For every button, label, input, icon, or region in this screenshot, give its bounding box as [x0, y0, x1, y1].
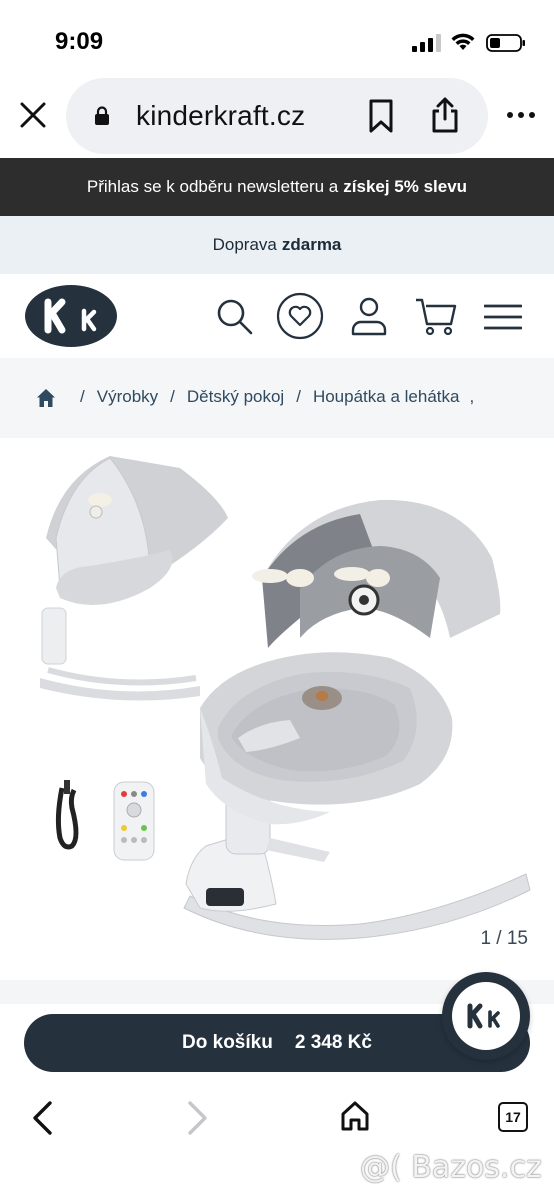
- product-thumbnail-remote: [113, 781, 155, 861]
- kinderkraft-logo[interactable]: [24, 284, 118, 348]
- browser-toolbar: 17 @( Bazos.cz: [0, 1082, 554, 1200]
- signal-icon: [412, 34, 441, 52]
- address-bar[interactable]: kinderkraft.cz: [66, 78, 488, 154]
- breadcrumb-trailing: ,: [469, 387, 475, 406]
- battery-icon: [486, 34, 525, 52]
- status-time: 9:09: [55, 28, 104, 55]
- share-icon[interactable]: [430, 96, 460, 134]
- product-main-swing: [183, 499, 531, 940]
- product-thumbnail-swing-mesh: [40, 456, 228, 701]
- breadcrumb-separator: /: [170, 387, 175, 406]
- add-to-cart-label: Do košíku: [182, 1032, 273, 1053]
- shipping-banner: Doprava zdarma: [0, 216, 554, 274]
- menu-icon[interactable]: [484, 304, 522, 330]
- breadcrumb-item-vyrobky[interactable]: Výrobky: [97, 387, 158, 407]
- site-header: [0, 274, 554, 358]
- heart-icon[interactable]: [276, 292, 324, 340]
- more-dots-icon[interactable]: [506, 108, 536, 122]
- search-icon[interactable]: [216, 298, 254, 336]
- gallery-counter: 1 / 15: [480, 928, 528, 949]
- wifi-icon: [451, 33, 475, 50]
- product-gallery[interactable]: 1 / 15: [0, 438, 554, 980]
- breadcrumb-item-detsky-pokoj[interactable]: Dětský pokoj: [187, 387, 284, 407]
- watermark: @( Bazos.cz: [360, 1150, 542, 1185]
- cart-icon[interactable]: [414, 296, 458, 336]
- shipping-text: Doprava: [212, 235, 277, 254]
- breadcrumb-separator: /: [80, 387, 85, 406]
- breadcrumb-separator: /: [296, 387, 301, 406]
- breadcrumb: / Výrobky / Dětský pokoj / Houpátka a le…: [0, 358, 554, 438]
- forward-icon[interactable]: [186, 1100, 210, 1136]
- close-icon[interactable]: [14, 96, 52, 134]
- lock-icon: [95, 106, 109, 125]
- product-image[interactable]: [0, 438, 554, 980]
- product-thumbnail-cable: [55, 780, 79, 850]
- user-icon[interactable]: [350, 296, 388, 336]
- product-price: 2 348 Kč: [294, 1032, 372, 1053]
- tabs-button[interactable]: 17: [498, 1102, 528, 1132]
- chat-button[interactable]: [442, 972, 530, 1060]
- status-bar: 9:09: [0, 0, 554, 80]
- home-icon[interactable]: [36, 388, 56, 408]
- breadcrumb-item-houpatka[interactable]: Houpátka a lehátka: [313, 387, 460, 407]
- url-text[interactable]: kinderkraft.cz: [136, 100, 305, 132]
- home-button-icon[interactable]: [340, 1100, 370, 1132]
- newsletter-discount: získej 5% slevu: [343, 177, 468, 196]
- newsletter-text: Přihlas se k odběru newsletteru a: [86, 177, 339, 196]
- back-icon[interactable]: [30, 1100, 54, 1136]
- chat-logo-icon: [467, 1003, 500, 1029]
- newsletter-banner[interactable]: Přihlas se k odběru newsletteru a získej…: [0, 158, 554, 216]
- bookmark-icon[interactable]: [366, 98, 396, 134]
- shipping-free: zdarma: [281, 235, 342, 254]
